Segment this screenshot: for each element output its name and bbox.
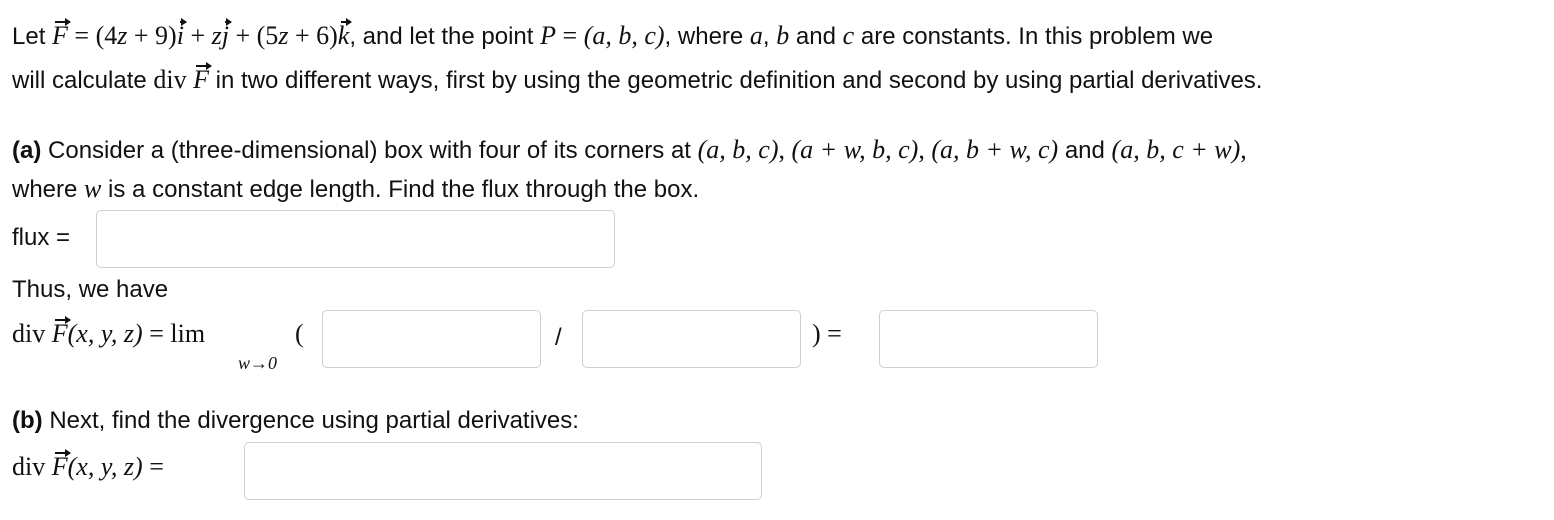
field-term-text: + 6): [288, 21, 338, 50]
vector-field-formula: F = (4z + 9)i + zj + (5z + 6)k: [52, 18, 352, 50]
variable-z: z: [117, 21, 128, 50]
part-b-line: (b) Next, find the divergence using part…: [12, 409, 579, 433]
div-operator: div: [12, 319, 52, 348]
variable-w: w: [84, 174, 102, 203]
field-term-text: + (5: [228, 21, 279, 50]
limit-operator: lim: [170, 319, 206, 348]
div-operator: div: [12, 452, 52, 481]
divergence-input[interactable]: [244, 442, 762, 500]
corner-coordinates: (a, b + w, c): [931, 135, 1059, 164]
constant-c: c: [842, 21, 855, 50]
vector-f-symbol: F: [52, 18, 71, 50]
function-arguments: (x, y, z): [67, 452, 143, 481]
flux-label: flux =: [12, 224, 71, 251]
intro-suffix-text: are constants. In this problem we: [854, 23, 1214, 50]
separator-text: ,: [918, 135, 932, 164]
plus-sign: +: [183, 21, 212, 50]
part-a-instruction: is a constant edge length. Find the flux…: [101, 176, 700, 203]
flux-input[interactable]: [96, 210, 615, 268]
point-coordinates: (a, b, c): [583, 21, 665, 50]
part-a-line-1: (a) Consider a (three-dimensional) box w…: [12, 135, 1247, 164]
part-b-label: (b): [12, 407, 43, 434]
intro-mid-text: , and let the point: [349, 23, 541, 50]
point-p-symbol: P: [540, 21, 557, 50]
and-text: and: [789, 23, 843, 50]
corner-coordinates: (a, b, c): [697, 135, 779, 164]
intro-line2-prefix: will calculate: [12, 67, 154, 94]
constant-a: a: [749, 21, 763, 50]
intro-where-text: , where: [664, 23, 750, 50]
equals-sign: =: [142, 319, 171, 348]
separator-text: ,: [762, 23, 777, 50]
separator-text: ,: [1240, 135, 1247, 164]
div-limit-formula: div F(x, y, z) = lim: [12, 316, 206, 348]
unit-vector-j: j: [221, 18, 233, 50]
denominator-input[interactable]: [582, 310, 801, 368]
unit-vector-i: i: [176, 18, 188, 50]
intro-line-1: Let F = (4z + 9)i + zj + (5z + 6)k, and …: [12, 18, 1214, 50]
and-text: and: [1058, 137, 1112, 164]
div-operator: div: [153, 65, 194, 94]
equals-sign: =: [556, 21, 584, 50]
constant-b: b: [776, 21, 790, 50]
point-formula: P = (a, b, c): [540, 21, 664, 50]
div-partial-formula: div F(x, y, z) =: [12, 449, 164, 481]
part-a-label: (a): [12, 137, 42, 164]
part-b-instruction: Next, find the divergence using partial …: [42, 407, 579, 434]
open-paren: (: [295, 319, 304, 348]
part-a-where-text: where: [12, 176, 85, 203]
division-slash: /: [555, 324, 562, 351]
limit-result-input[interactable]: [879, 310, 1098, 368]
function-arguments: (x, y, z): [67, 319, 143, 348]
numerator-input[interactable]: [322, 310, 541, 368]
close-paren-equals: ) =: [812, 319, 842, 348]
corner-coordinates: (a, b, c + w): [1111, 135, 1241, 164]
vector-f-symbol: F: [51, 449, 71, 481]
vector-f-symbol: F: [51, 316, 71, 348]
equals-sign: =: [67, 21, 96, 50]
intro-line-2: will calculate div F in two different wa…: [12, 62, 1263, 94]
unit-vector-k: k: [337, 18, 352, 50]
div-f-formula: div F: [153, 62, 212, 94]
thus-text: Thus, we have: [12, 276, 169, 303]
vector-f-symbol: F: [193, 62, 212, 94]
corner-coordinates: (a + w, b, c): [791, 135, 919, 164]
variable-z: z: [278, 21, 289, 50]
variable-z: z: [211, 21, 222, 50]
intro-line2-suffix: in two different ways, first by using th…: [209, 67, 1263, 94]
field-term-text: (4: [95, 21, 118, 50]
intro-prefix-text: Let: [12, 23, 53, 50]
limit-subscript: w→0: [238, 353, 278, 373]
part-a-line-2: where w is a constant edge length. Find …: [12, 174, 700, 203]
equals-sign: =: [142, 452, 164, 481]
part-a-description: Consider a (three-dimensional) box with …: [41, 137, 698, 164]
separator-text: ,: [778, 135, 792, 164]
field-term-text: + 9): [127, 21, 177, 50]
